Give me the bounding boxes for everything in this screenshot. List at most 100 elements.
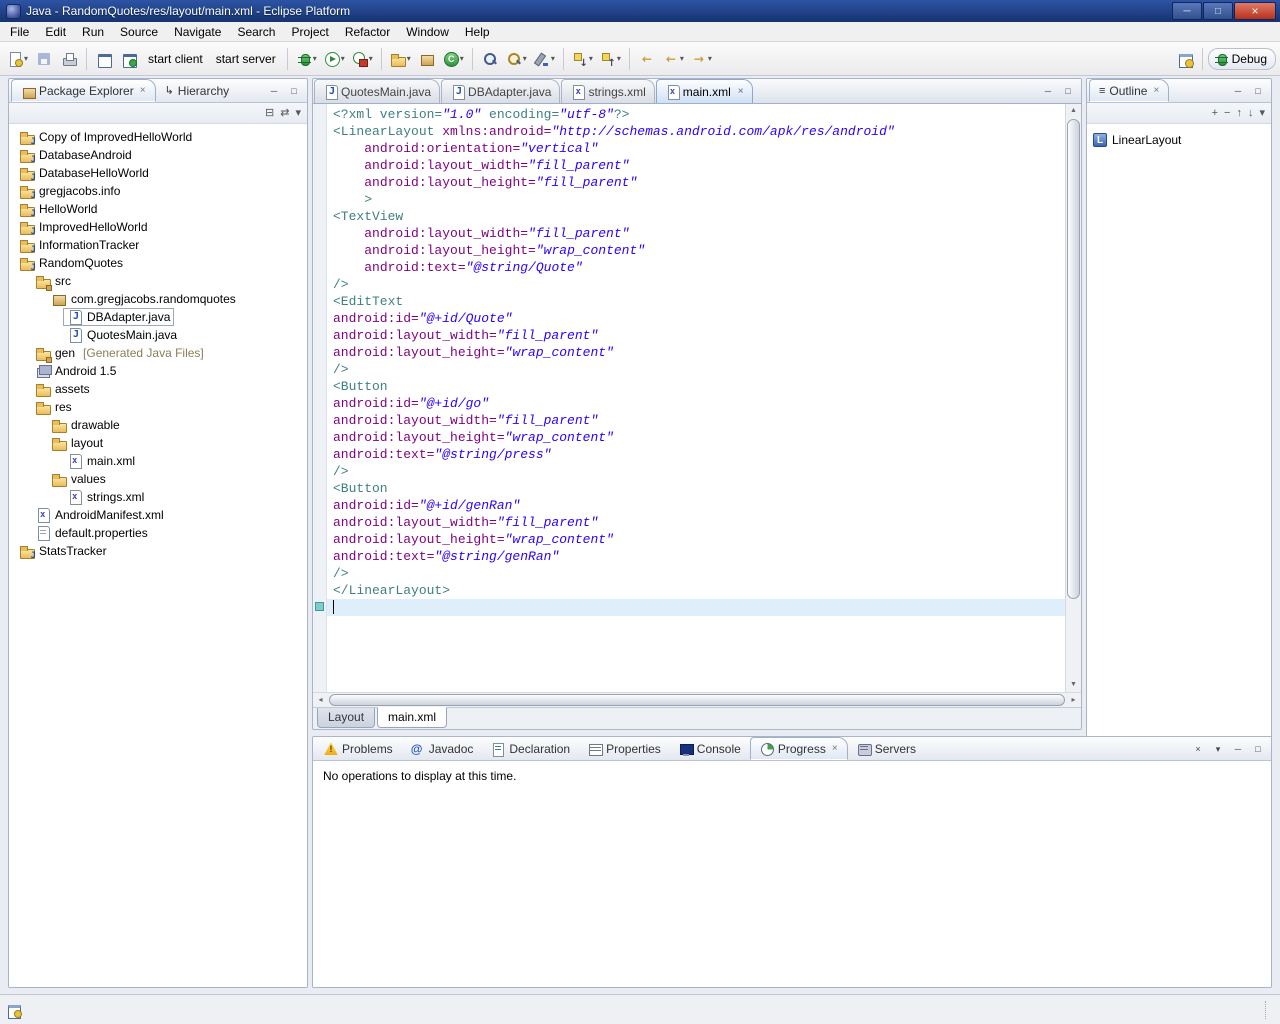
- close-icon[interactable]: ×: [738, 86, 744, 97]
- chevron-down-icon[interactable]: ▾: [523, 54, 527, 63]
- view-menu-icon[interactable]: ▾: [1259, 106, 1265, 120]
- tree-item[interactable]: J ImprovedHelloWorld: [9, 218, 307, 237]
- maximize-view-icon[interactable]: □: [1060, 84, 1076, 98]
- tree-item[interactable]: layout: [9, 434, 307, 452]
- tab-problems[interactable]: Problems: [315, 737, 402, 760]
- menu-item-window[interactable]: Window: [398, 23, 457, 41]
- menu-item-project[interactable]: Project: [283, 23, 336, 41]
- new-class-button[interactable]: ▾: [440, 47, 467, 71]
- maximize-view-icon[interactable]: □: [286, 84, 302, 98]
- tree-item[interactable]: default.properties: [9, 524, 307, 542]
- clear-finished-operations-icon[interactable]: ×: [1190, 742, 1206, 756]
- tree-item[interactable]: x AndroidManifest.xml: [9, 506, 307, 524]
- collapse-all-icon[interactable]: ⊟: [265, 106, 274, 120]
- open-perspective-button[interactable]: [1173, 47, 1197, 71]
- debug-button[interactable]: ▾: [293, 47, 320, 71]
- tab-properties[interactable]: Properties: [579, 737, 670, 760]
- search-button[interactable]: ▾: [503, 47, 530, 71]
- start-server-button[interactable]: start server: [210, 52, 282, 66]
- back-button[interactable]: ← ▾: [660, 47, 687, 71]
- tree-item[interactable]: x strings.xml: [9, 488, 307, 506]
- tree-item[interactable]: x main.xml: [9, 452, 307, 470]
- menu-item-help[interactable]: Help: [457, 23, 498, 41]
- tree-item[interactable]: J DatabaseHelloWorld: [9, 164, 307, 183]
- last-edit-location-button[interactable]: ←: [635, 47, 659, 71]
- tree-item[interactable]: values: [9, 470, 307, 488]
- tab-javadoc[interactable]: Javadoc: [402, 737, 483, 760]
- horizontal-scroll-thumb[interactable]: [329, 694, 1065, 706]
- tree-item[interactable]: J DatabaseAndroid: [9, 146, 307, 165]
- previous-annotation-button[interactable]: ↑ ▾: [597, 47, 624, 71]
- tree-item[interactable]: res: [9, 398, 307, 416]
- view-menu-icon[interactable]: ▾: [1210, 742, 1226, 756]
- menu-item-search[interactable]: Search: [229, 23, 283, 41]
- editor-tab-QuotesMain.java[interactable]: J QuotesMain.java: [314, 79, 441, 103]
- chevron-down-icon[interactable]: ▾: [708, 54, 712, 63]
- menu-item-file[interactable]: File: [2, 23, 37, 41]
- save-button[interactable]: [32, 47, 56, 71]
- mark-occurrences-button[interactable]: ▾: [531, 47, 558, 71]
- link-with-editor-icon[interactable]: ⇄: [280, 106, 289, 120]
- code-area[interactable]: <?xml version="1.0" encoding="utf-8"?> <L…: [327, 104, 1065, 692]
- new-project-button[interactable]: ▾: [387, 47, 414, 71]
- scroll-down-icon[interactable]: ▼: [1066, 678, 1081, 692]
- maximize-view-icon[interactable]: □: [1250, 742, 1266, 756]
- fast-view-bar-icon[interactable]: [6, 1002, 22, 1019]
- close-icon[interactable]: ×: [1153, 85, 1159, 96]
- server-app-button[interactable]: [117, 47, 141, 71]
- next-annotation-button[interactable]: ↓ ▾: [569, 47, 596, 71]
- editor-horizontal-scrollbar[interactable]: ◂ ▸: [313, 692, 1081, 707]
- tree-item[interactable]: com.gregjacobs.randomquotes: [9, 290, 307, 308]
- tab-console[interactable]: Console: [670, 737, 750, 760]
- chevron-down-icon[interactable]: ▾: [24, 54, 28, 63]
- page-tab-layout[interactable]: Layout: [317, 708, 376, 728]
- close-icon[interactable]: ×: [832, 743, 838, 754]
- outline-item[interactable]: L LinearLayout: [1093, 131, 1265, 149]
- menu-item-source[interactable]: Source: [112, 23, 166, 41]
- chevron-down-icon[interactable]: ▾: [369, 54, 373, 63]
- tree-item[interactable]: J HelloWorld: [9, 200, 307, 219]
- editor-tab-main.xml[interactable]: x main.xml ×: [655, 79, 753, 103]
- minimize-view-icon[interactable]: ─: [1040, 84, 1056, 98]
- chevron-down-icon[interactable]: ▾: [680, 54, 684, 63]
- chevron-down-icon[interactable]: ▾: [551, 54, 555, 63]
- maximize-view-icon[interactable]: □: [1250, 84, 1266, 98]
- tree-item[interactable]: gen [Generated Java Files]: [9, 344, 307, 363]
- external-tools-button[interactable]: ▾: [349, 47, 376, 71]
- open-type-button[interactable]: [478, 47, 502, 71]
- chevron-down-icon[interactable]: ▾: [617, 54, 621, 63]
- tree-item[interactable]: Jgregjacobs.info: [9, 182, 307, 201]
- chevron-down-icon[interactable]: ▾: [460, 54, 464, 63]
- tree-item[interactable]: assets: [9, 380, 307, 398]
- close-window-button[interactable]: ×: [1234, 2, 1276, 20]
- tree-item[interactable]: J DBAdapter.java: [9, 308, 307, 326]
- tree-item[interactable]: src: [9, 272, 307, 291]
- page-tab-main.xml[interactable]: main.xml: [377, 707, 448, 728]
- scroll-left-icon[interactable]: ◂: [313, 693, 328, 707]
- new-wizard-button[interactable]: ▾: [4, 47, 31, 71]
- tree-item[interactable]: J InformationTracker: [9, 236, 307, 255]
- chevron-down-icon[interactable]: ▾: [341, 54, 345, 63]
- tab-hierarchy[interactable]: ↳ Hierarchy: [156, 79, 239, 102]
- scroll-up-icon[interactable]: ▲: [1066, 104, 1081, 118]
- move-up-icon[interactable]: ↑: [1236, 106, 1242, 120]
- tree-item[interactable]: drawable: [9, 416, 307, 434]
- menu-item-refactor[interactable]: Refactor: [337, 23, 398, 41]
- minimize-view-icon[interactable]: ─: [1230, 742, 1246, 756]
- menu-item-navigate[interactable]: Navigate: [166, 23, 229, 41]
- client-app-button[interactable]: [92, 47, 116, 71]
- tree-item[interactable]: Android 1.5: [9, 362, 307, 380]
- close-icon[interactable]: ×: [140, 85, 146, 96]
- tab-progress[interactable]: Progress ×: [749, 737, 848, 760]
- tree-item[interactable]: J QuotesMain.java: [9, 326, 307, 344]
- tab-servers[interactable]: Servers: [848, 737, 925, 760]
- editor-tab-strings.xml[interactable]: x strings.xml: [561, 79, 655, 103]
- chevron-down-icon[interactable]: ▾: [589, 54, 593, 63]
- tree-item[interactable]: J Copy of ImprovedHelloWorld: [9, 128, 307, 147]
- editor-tab-DBAdapter.java[interactable]: J DBAdapter.java: [441, 79, 561, 103]
- tab-declaration[interactable]: Declaration: [482, 737, 579, 760]
- forward-button[interactable]: → ▾: [688, 47, 715, 71]
- minimize-view-icon[interactable]: ─: [266, 84, 282, 98]
- move-down-icon[interactable]: ↓: [1248, 106, 1254, 120]
- minimize-window-button[interactable]: ─: [1172, 2, 1202, 20]
